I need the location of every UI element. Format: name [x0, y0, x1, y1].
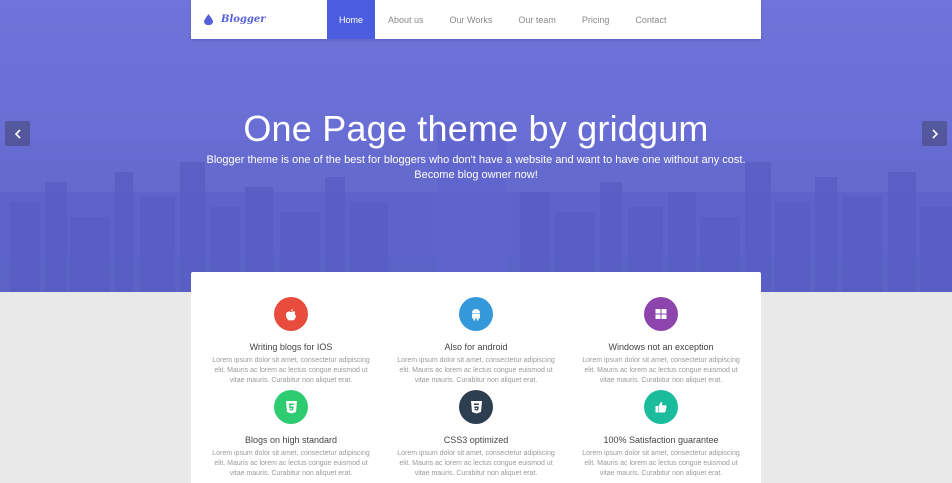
feature-description: Lorem ipsum dolor sit amet, consectetur …	[582, 357, 740, 384]
feature-icon-circle	[274, 390, 308, 424]
feature-item: Also for android Lorem ipsum dolor sit a…	[391, 297, 561, 386]
nav-item-pricing[interactable]: Pricing	[569, 0, 623, 39]
feature-item: Writing blogs for IOS Lorem ipsum dolor …	[206, 297, 376, 386]
nav-item-our-team[interactable]: Our team	[505, 0, 569, 39]
feature-title: Windows not an exception	[608, 342, 714, 352]
hero-title: One Page theme by gridgum	[243, 108, 709, 149]
hero-subtitle-line2: Become blog owner now!	[414, 169, 538, 181]
feature-title: Also for android	[444, 342, 508, 352]
apple-icon	[286, 308, 296, 320]
feature-item: 100% Satisfaction guarantee Lorem ipsum …	[576, 390, 746, 479]
features-card: Writing blogs for IOS Lorem ipsum dolor …	[191, 272, 761, 483]
carousel-prev-button[interactable]	[5, 121, 30, 146]
feature-description: Lorem ipsum dolor sit amet, consectetur …	[397, 357, 555, 384]
hero-subtitle-line1: Blogger theme is one of the best for blo…	[206, 154, 746, 166]
feature-item: Blogs on high standard Lorem ipsum dolor…	[206, 390, 376, 479]
feature-title: 100% Satisfaction guarantee	[603, 435, 719, 445]
nav-item-our-works[interactable]: Our Works	[437, 0, 506, 39]
carousel-next-button[interactable]	[922, 121, 947, 146]
feature-description: Lorem ipsum dolor sit amet, consectetur …	[212, 450, 370, 477]
main-navbar: Blogger Home About us Our Works Our team…	[191, 0, 761, 39]
brand-logo-link[interactable]: Blogger	[191, 0, 327, 39]
nav-item-about-us[interactable]: About us	[375, 0, 437, 39]
feature-title: CSS3 optimized	[443, 435, 509, 445]
nav-item-home[interactable]: Home	[327, 0, 376, 39]
feature-item: CSS3 optimized Lorem ipsum dolor sit ame…	[391, 390, 561, 479]
feature-title: Writing blogs for IOS	[249, 342, 333, 352]
feature-description: Lorem ipsum dolor sit amet, consectetur …	[582, 450, 740, 477]
html5-icon	[285, 400, 297, 413]
thumbs-up-icon	[655, 401, 667, 413]
brand-name: Blogger	[221, 14, 266, 25]
chevron-right-icon	[931, 128, 938, 139]
feature-item: Windows not an exception Lorem ipsum dol…	[576, 297, 746, 386]
windows-icon	[655, 309, 667, 319]
water-drop-icon	[204, 14, 213, 25]
css3-icon	[470, 400, 482, 413]
nav-item-contact[interactable]: Contact	[622, 0, 679, 39]
feature-icon-circle	[644, 390, 678, 424]
hero-section: One Page theme by gridgum Blogger theme …	[0, 0, 952, 292]
feature-icon-circle	[459, 297, 493, 331]
feature-description: Lorem ipsum dolor sit amet, consectetur …	[397, 450, 555, 477]
feature-description: Lorem ipsum dolor sit amet, consectetur …	[212, 357, 370, 384]
feature-icon-circle	[459, 390, 493, 424]
hero-subtitle: Blogger theme is one of the best for blo…	[0, 153, 952, 183]
feature-icon-circle	[644, 297, 678, 331]
android-icon	[472, 308, 480, 320]
feature-icon-circle	[274, 297, 308, 331]
chevron-left-icon	[14, 128, 21, 139]
feature-title: Blogs on high standard	[244, 435, 338, 445]
